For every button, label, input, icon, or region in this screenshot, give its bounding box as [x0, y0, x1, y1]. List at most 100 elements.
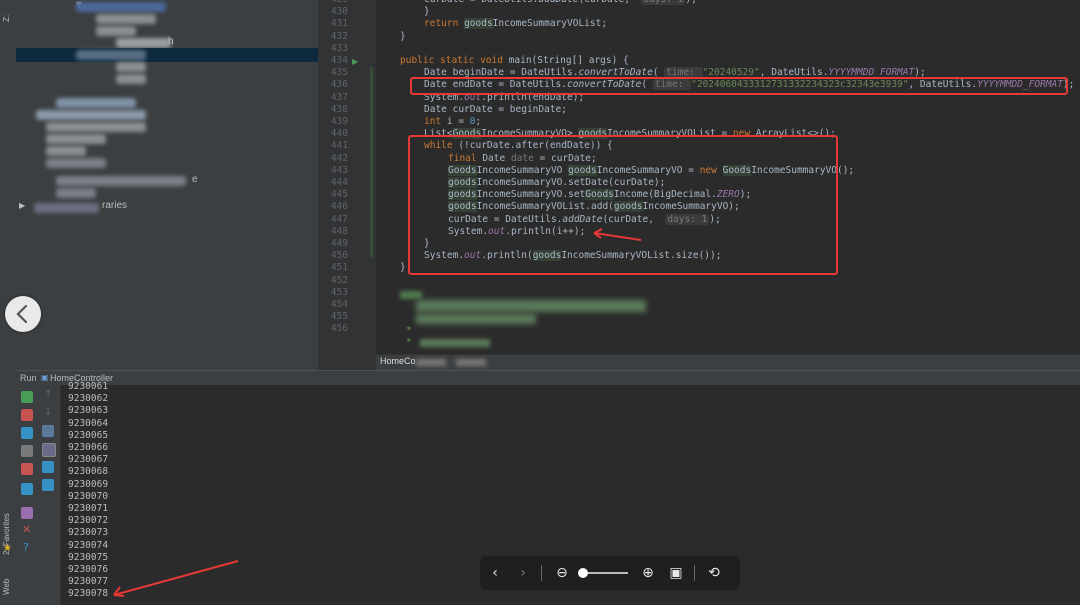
project-panel: ▼ h e ▶ raries: [16, 0, 318, 370]
zoom-slider-thumb[interactable]: [578, 568, 588, 578]
line-number: 445: [330, 189, 348, 201]
console-line: 9230063: [68, 405, 109, 417]
console-line: 9230064: [68, 417, 109, 429]
line-number: 450: [330, 250, 348, 262]
annotation-arrow-icon: [113, 560, 239, 597]
zoom-in-button[interactable]: ⊕: [638, 563, 658, 583]
back-icon: [16, 304, 28, 324]
line-number: 455: [330, 311, 348, 323]
run-label: Run: [20, 373, 37, 383]
line-number: 440: [330, 128, 348, 140]
annotation-arrow-icon: [593, 228, 642, 241]
line-number: 435: [330, 67, 348, 79]
line-number: 453: [330, 286, 348, 298]
console-line: 9230070: [68, 490, 109, 502]
line-number: 448: [330, 225, 348, 237]
console-line: 9230067: [68, 454, 109, 466]
tree-selected-row[interactable]: [16, 48, 318, 62]
print-icon[interactable]: [42, 461, 54, 473]
next-icon: ›: [520, 565, 526, 581]
line-number: 452: [330, 274, 348, 286]
console-line: 9230078: [68, 588, 109, 600]
run-main-icon[interactable]: ▶: [352, 57, 358, 66]
line-number: 434: [330, 55, 348, 66]
console-line: 9230075: [68, 551, 109, 563]
rotate-icon: ⟲: [708, 565, 720, 581]
line-number: 441: [330, 140, 348, 152]
console-line: 9230065: [68, 429, 109, 441]
layout-icon[interactable]: [21, 483, 33, 495]
run-toolbar: ✕ ?: [16, 385, 38, 605]
fit-icon: ▣: [669, 565, 683, 581]
line-number: 444: [330, 177, 348, 188]
help-icon[interactable]: ?: [23, 541, 29, 554]
favorites-star-icon: ★: [3, 543, 12, 554]
dump-threads-icon[interactable]: [21, 445, 33, 457]
up-arrow-icon[interactable]: ↑: [44, 389, 52, 400]
close-icon[interactable]: ✕: [22, 523, 31, 536]
console-line: 9230069: [68, 478, 109, 490]
stop-icon[interactable]: [21, 409, 33, 421]
back-button[interactable]: [5, 296, 41, 332]
line-number: 442: [330, 152, 348, 164]
console-line: 9230077: [68, 576, 109, 588]
soft-wrap-icon[interactable]: [42, 425, 54, 437]
line-number: 446: [330, 201, 348, 213]
line-number: 430: [330, 6, 348, 18]
external-libraries-node[interactable]: raries: [102, 200, 127, 211]
line-number: 451: [330, 262, 348, 274]
console-line: 9230068: [68, 466, 109, 478]
loop-annotation-box: [408, 135, 838, 275]
line-number: 449: [330, 238, 348, 249]
pause-icon[interactable]: [21, 427, 33, 439]
zoom-in-icon: ⊕: [642, 565, 654, 581]
image-viewer-toolbar: ‹ › ⊖ ⊕ ▣ ⟲: [480, 556, 740, 590]
console-line: 9230066: [68, 442, 109, 453]
editor-tab[interactable]: HomeCo: [380, 356, 416, 366]
tree-node-h[interactable]: h: [168, 36, 174, 47]
run-toolbar-secondary: ↑ ↓: [38, 385, 61, 605]
line-number: 436: [330, 79, 348, 91]
web-tab[interactable]: Web: [2, 565, 14, 595]
line-number: 447: [330, 213, 348, 225]
console-line: 9230073: [68, 527, 109, 539]
console-line: 9230074: [68, 539, 109, 551]
change-marker: [370, 67, 373, 257]
line-number: 443: [330, 164, 348, 176]
clear-icon[interactable]: [42, 479, 54, 491]
expand-arrow-icon[interactable]: ▶: [19, 201, 25, 210]
editor-gutter: 4294304314324334344354364374384394404414…: [318, 0, 376, 370]
structure-tab[interactable]: Z:: [2, 2, 14, 22]
prev-button[interactable]: ‹: [485, 563, 505, 583]
line-number: 437: [330, 91, 348, 103]
zoom-slider[interactable]: [578, 568, 628, 578]
line-number: 438: [330, 103, 348, 115]
line-number: 439: [330, 116, 348, 127]
rotate-button[interactable]: ⟲: [704, 563, 724, 583]
tree-node-e[interactable]: e: [192, 174, 198, 185]
next-button[interactable]: ›: [513, 563, 533, 583]
console-line: 9230061: [68, 381, 109, 392]
console-line: 9230072: [68, 515, 109, 527]
line-number: 454: [330, 299, 348, 310]
prev-icon: ‹: [492, 565, 498, 581]
down-arrow-icon[interactable]: ↓: [44, 407, 52, 418]
fit-button[interactable]: ▣: [666, 563, 686, 583]
run-config-icon: ▣: [41, 373, 49, 382]
line-number: 456: [330, 323, 348, 335]
zoom-out-icon: ⊖: [556, 565, 568, 581]
zoom-out-button[interactable]: ⊖: [552, 563, 572, 583]
console-line: 9230076: [68, 564, 109, 575]
code-editor[interactable]: curDate = DateUtils.addDate(curDate, day…: [376, 0, 1080, 370]
line-number: 433: [330, 42, 348, 54]
line-number: 432: [330, 30, 348, 42]
console-line: 9230071: [68, 503, 109, 514]
scroll-end-icon[interactable]: [42, 443, 56, 457]
line-number: 431: [330, 18, 348, 30]
run-panel-header: Run ▣ HomeController: [16, 370, 1080, 386]
pin-icon[interactable]: [21, 507, 33, 519]
console-line: 9230062: [68, 393, 109, 405]
exit-icon[interactable]: [21, 463, 33, 475]
editor-tab-bar: HomeCo: [376, 354, 1080, 371]
rerun-icon[interactable]: [21, 391, 33, 403]
